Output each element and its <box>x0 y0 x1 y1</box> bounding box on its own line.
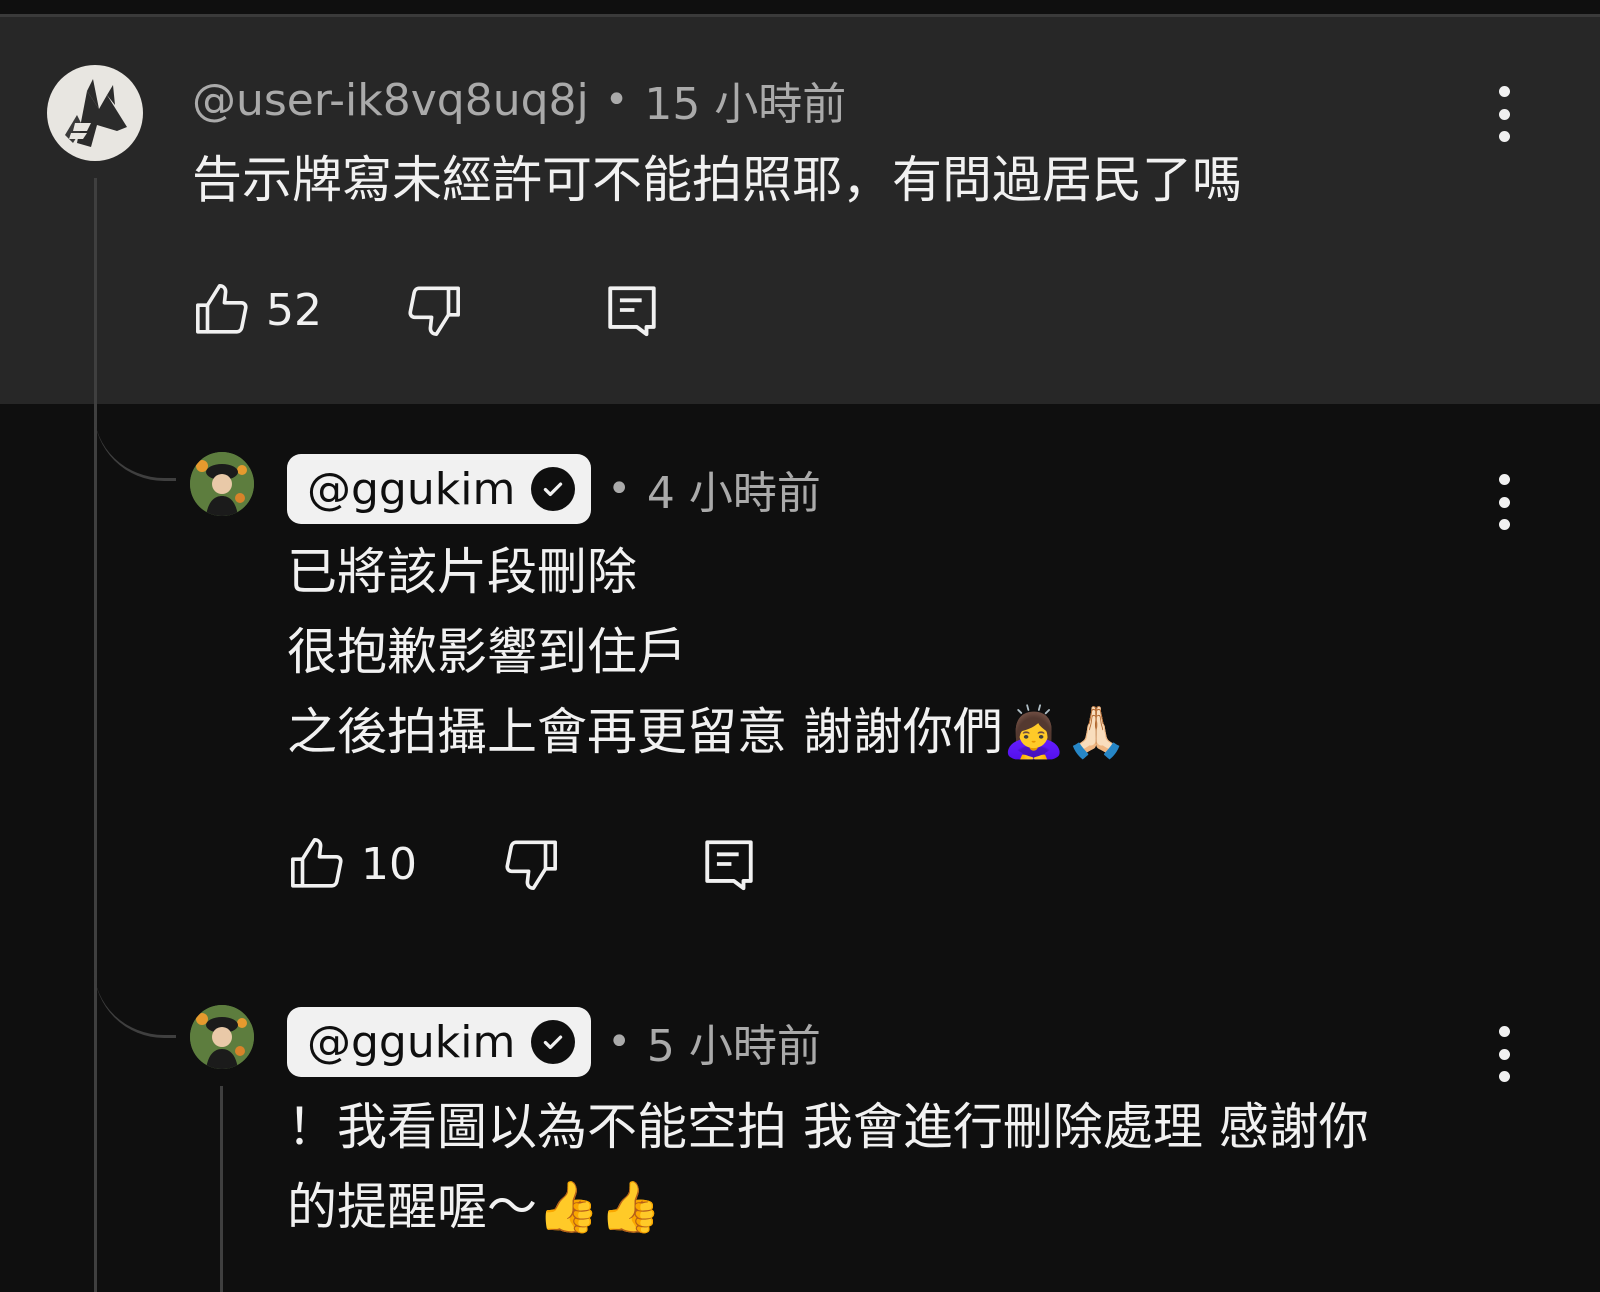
like-icon[interactable] <box>192 280 252 340</box>
comment-line: 告示牌寫未經許可不能拍照耶，有問過居民了嗎 <box>192 151 1242 209</box>
like-icon[interactable] <box>287 834 347 894</box>
more-options-button[interactable] <box>1484 84 1524 144</box>
timestamp: 5 小時前 <box>646 1021 821 1072</box>
comment-text: ！我看圖以為不能空拍 我會進行刪除處理 感謝你 的提醒喔～👍👍 <box>287 1087 1369 1247</box>
thread-branch <box>94 400 176 481</box>
comment-text: 已將該片段刪除 很抱歉影響到住戶 之後拍攝上會再更留意 謝謝你們🙇‍♀️🙏🏻 <box>287 532 1127 772</box>
author-pill[interactable]: @ggukim <box>287 1007 592 1077</box>
avatar[interactable] <box>190 452 254 516</box>
comment-line: 的提醒喔～👍👍 <box>287 1178 662 1236</box>
comment-header: @ggukim • 5 小時前 <box>287 1006 821 1078</box>
avatar[interactable] <box>47 65 143 161</box>
more-options-button[interactable] <box>1484 472 1524 532</box>
reply-thread-line <box>220 1086 223 1292</box>
author-pill[interactable]: @ggukim <box>287 454 592 524</box>
separator: • <box>607 1019 631 1065</box>
more-options-button[interactable] <box>1484 1024 1524 1084</box>
avatar-photo <box>190 1005 254 1069</box>
avatar-photo <box>190 452 254 516</box>
wolf-logo-icon <box>65 79 127 147</box>
dislike-icon[interactable] <box>404 280 464 340</box>
like-count: 10 <box>361 838 417 890</box>
verified-check-icon <box>531 467 576 511</box>
comment-line: 已將該片段刪除 <box>287 543 637 601</box>
comment-line: 很抱歉影響到住戶 <box>287 623 687 681</box>
separator: • <box>607 466 631 512</box>
comment-text: 告示牌寫未經許可不能拍照耶，有問過居民了嗎 <box>192 140 1242 220</box>
verified-check-icon <box>531 1020 576 1064</box>
thread-branch <box>94 950 176 1038</box>
timestamp: 15 小時前 <box>644 79 847 130</box>
comment-actions: 10 <box>287 834 759 894</box>
comment-line: 之後拍攝上會再更留意 謝謝你們🙇‍♀️🙏🏻 <box>287 703 1128 761</box>
reply-icon[interactable] <box>602 280 662 340</box>
comment-header: @ggukim • 4 小時前 <box>287 453 821 525</box>
top-bar <box>0 0 1600 14</box>
reply-icon[interactable] <box>699 834 759 894</box>
comment-actions: 52 <box>192 280 662 340</box>
timestamp: 4 小時前 <box>646 468 821 519</box>
separator: • <box>604 77 629 123</box>
dislike-icon[interactable] <box>501 834 561 894</box>
author-name: @ggukim <box>307 463 516 515</box>
comment-line: ！我看圖以為不能空拍 我會進行刪除處理 感謝你 <box>287 1098 1369 1156</box>
comment-header: @user-ik8vq8uq8j • 15 小時前 <box>192 72 846 131</box>
like-count: 52 <box>266 284 322 336</box>
thread-line <box>94 178 97 1292</box>
author-name[interactable]: @user-ik8vq8uq8j <box>192 75 589 126</box>
avatar[interactable] <box>190 1005 254 1069</box>
author-name: @ggukim <box>307 1016 516 1068</box>
